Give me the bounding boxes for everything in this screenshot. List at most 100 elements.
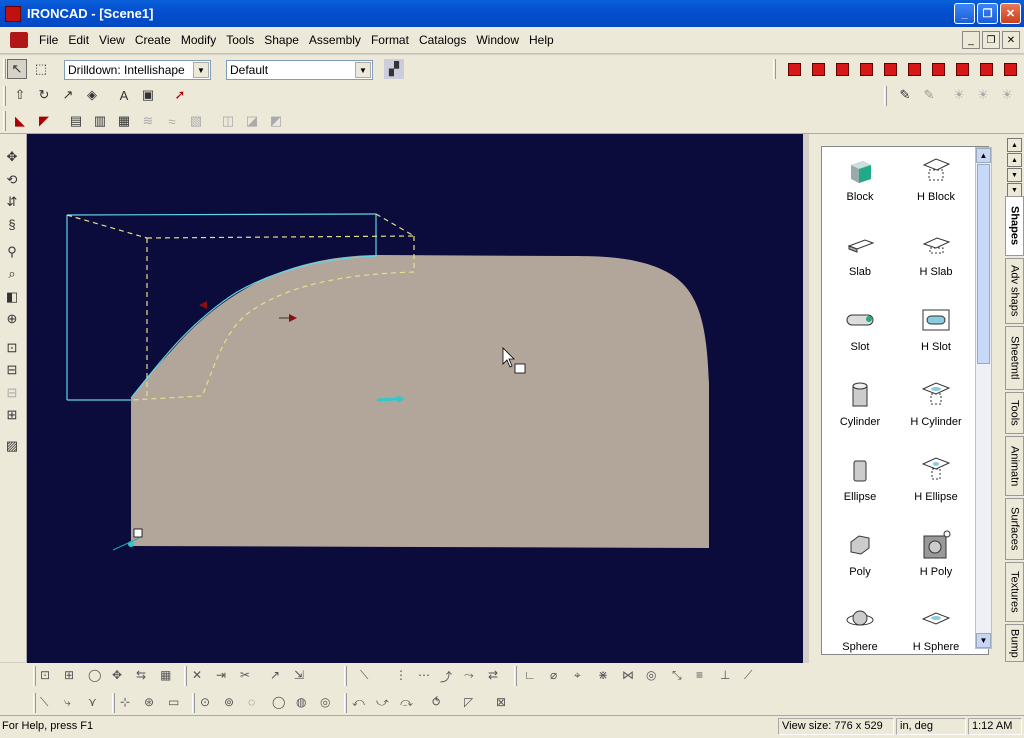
menu-tools[interactable]: Tools xyxy=(221,33,259,47)
drilldown-select[interactable]: Drilldown: Intellishape ▼ xyxy=(64,60,211,80)
toolbar-grip[interactable] xyxy=(3,86,6,106)
zoom-icon[interactable]: ⚲ xyxy=(2,242,22,262)
curve-tool-icon[interactable]: ⊛ xyxy=(144,695,154,709)
doc-restore-button[interactable]: ❐ xyxy=(982,31,1000,49)
sketch-tool-icon[interactable]: ✥ xyxy=(112,668,122,682)
pipette-icon[interactable]: ✎ xyxy=(895,85,915,105)
pointer-icon[interactable]: ➚ xyxy=(170,85,190,105)
sketch-tool-icon[interactable]: ⟍ xyxy=(360,668,368,683)
view-cube-icon[interactable] xyxy=(788,63,801,76)
menu-catalogs[interactable]: Catalogs xyxy=(414,33,471,47)
sketch-tool-icon[interactable]: ⤴ xyxy=(440,668,452,685)
roll-icon[interactable]: ⇵ xyxy=(2,192,22,212)
close-button[interactable]: ✕ xyxy=(1000,3,1021,24)
curve-tool-icon[interactable]: ⊠ xyxy=(496,695,506,709)
sketch-tool-icon[interactable]: ⋯ xyxy=(418,668,430,682)
menu-file[interactable]: File xyxy=(34,33,63,47)
menu-create[interactable]: Create xyxy=(130,33,176,47)
sketch-tool-icon[interactable]: ⊡ xyxy=(40,668,50,682)
constraint-icon[interactable]: ⤡ xyxy=(672,668,682,683)
ironcad-app-icon[interactable] xyxy=(5,5,21,22)
style-select[interactable]: Default ▼ xyxy=(226,60,373,80)
curve-tool-icon[interactable]: ⟍ xyxy=(40,695,48,710)
constraint-icon[interactable]: ⌀ xyxy=(550,668,557,682)
view-cube-icon[interactable] xyxy=(812,63,825,76)
toolbar-grip[interactable] xyxy=(3,59,6,79)
catalog-item-poly[interactable]: Poly xyxy=(822,530,898,578)
camera-icon[interactable]: ⊡ xyxy=(2,338,22,358)
constraint-icon[interactable]: ≡ xyxy=(696,668,703,682)
tab-textures[interactable]: Textures xyxy=(1005,562,1024,622)
catalog-item-cylinder[interactable]: Cylinder xyxy=(822,380,898,428)
deform-icon[interactable]: ▦ xyxy=(114,111,134,131)
menu-help[interactable]: Help xyxy=(524,33,559,47)
scroll-down-button[interactable]: ▼ xyxy=(976,633,991,648)
face-move-icon[interactable]: ▥ xyxy=(90,111,110,131)
fit-view-icon[interactable]: ⊕ xyxy=(2,309,22,329)
constraint-icon[interactable]: ⌖ xyxy=(574,668,581,683)
orbit-icon[interactable]: ⟲ xyxy=(2,170,22,190)
toolbar-grip[interactable] xyxy=(3,111,6,131)
tab-shapes[interactable]: Shapes xyxy=(1005,196,1024,256)
menu-edit[interactable]: Edit xyxy=(63,33,94,47)
text-icon[interactable]: A xyxy=(114,85,134,105)
maximize-button[interactable]: ❐ xyxy=(977,3,998,24)
curve-tool-icon[interactable]: ◯ xyxy=(272,695,285,709)
select-arrow-tool[interactable]: ↖ xyxy=(7,59,27,79)
camera-icon[interactable]: ⊟ xyxy=(2,360,22,380)
constraint-icon[interactable]: ∟ xyxy=(524,668,536,682)
constraint-icon[interactable]: ⋈ xyxy=(622,668,634,682)
catalog-item-h-cylinder[interactable]: H Cylinder xyxy=(898,380,974,428)
hierarchy-icon[interactable]: ▞ xyxy=(384,59,404,79)
toolbar-grip[interactable] xyxy=(514,666,517,686)
curve-tool-icon[interactable]: ◍ xyxy=(296,695,306,709)
curve-tool-icon[interactable]: ⋎ xyxy=(88,695,97,709)
constraint-icon[interactable]: ◎ xyxy=(646,668,656,682)
tab-tools[interactable]: Tools xyxy=(1005,392,1024,434)
toolbar-grip[interactable] xyxy=(33,693,36,713)
tab-surfaces[interactable]: Surfaces xyxy=(1005,498,1024,560)
toolbar-grip[interactable] xyxy=(344,666,347,686)
sketch-tool-icon[interactable]: ◯ xyxy=(88,668,101,682)
toolbar-grip[interactable] xyxy=(112,693,115,713)
scene-viewport[interactable] xyxy=(27,134,803,663)
doc-close-button[interactable]: ✕ xyxy=(1002,31,1020,49)
catalog-item-block[interactable]: Block xyxy=(822,155,898,203)
sketch-tool-icon[interactable]: ⤳ xyxy=(464,668,474,683)
menu-format[interactable]: Format xyxy=(366,33,414,47)
view-cube-icon[interactable] xyxy=(1004,63,1017,76)
catalog-item-ellipse[interactable]: Ellipse xyxy=(822,455,898,503)
minimize-button[interactable]: _ xyxy=(954,3,975,24)
sheet-icon[interactable]: ▣ xyxy=(138,85,158,105)
curve-tool-icon[interactable]: ⤼ xyxy=(400,695,413,710)
scroll-up-button[interactable]: ▲ xyxy=(976,148,991,163)
catalog-item-h-ellipse[interactable]: H Ellipse xyxy=(898,455,974,503)
toolbar-grip[interactable] xyxy=(184,666,187,686)
shell-icon[interactable]: ▤ xyxy=(66,111,86,131)
tab-animatn[interactable]: Animatn xyxy=(1005,436,1024,496)
tab-down-icon[interactable]: ▼ xyxy=(1007,168,1022,182)
spin-view-icon[interactable]: § xyxy=(2,214,22,234)
constraint-icon[interactable]: ⟋ xyxy=(744,668,752,683)
render-icon[interactable]: ▨ xyxy=(2,436,22,456)
menu-view[interactable]: View xyxy=(94,33,130,47)
menu-shape[interactable]: Shape xyxy=(259,33,304,47)
curve-tool-icon[interactable]: ◌ xyxy=(248,695,255,709)
spin-icon[interactable]: ↻ xyxy=(34,85,54,105)
curve-tool-icon[interactable]: ◎ xyxy=(320,695,330,709)
curve-tool-icon[interactable]: ⊚ xyxy=(224,695,234,709)
catalog-item-slot[interactable]: Slot xyxy=(822,305,898,353)
tab-bump[interactable]: Bump xyxy=(1005,624,1024,662)
view-cube-icon[interactable] xyxy=(932,63,945,76)
catalog-item-slab[interactable]: Slab xyxy=(822,230,898,278)
curve-tool-icon[interactable]: ▭ xyxy=(168,695,179,709)
sweep-icon[interactable]: ↗ xyxy=(58,85,78,105)
tab-adv-shaps[interactable]: Adv shaps xyxy=(1005,258,1024,324)
curve-tool-icon[interactable]: ⤺ xyxy=(352,695,365,710)
sketch-tool-icon[interactable]: ⋮ xyxy=(395,668,407,682)
curve-tool-icon[interactable]: ⊹ xyxy=(120,695,130,709)
menu-assembly[interactable]: Assembly xyxy=(304,33,366,47)
sketch-tool-icon[interactable]: ⊞ xyxy=(64,668,74,682)
toolbar-grip[interactable] xyxy=(773,59,776,79)
sketch-tool-icon[interactable]: ✕ xyxy=(192,668,202,682)
